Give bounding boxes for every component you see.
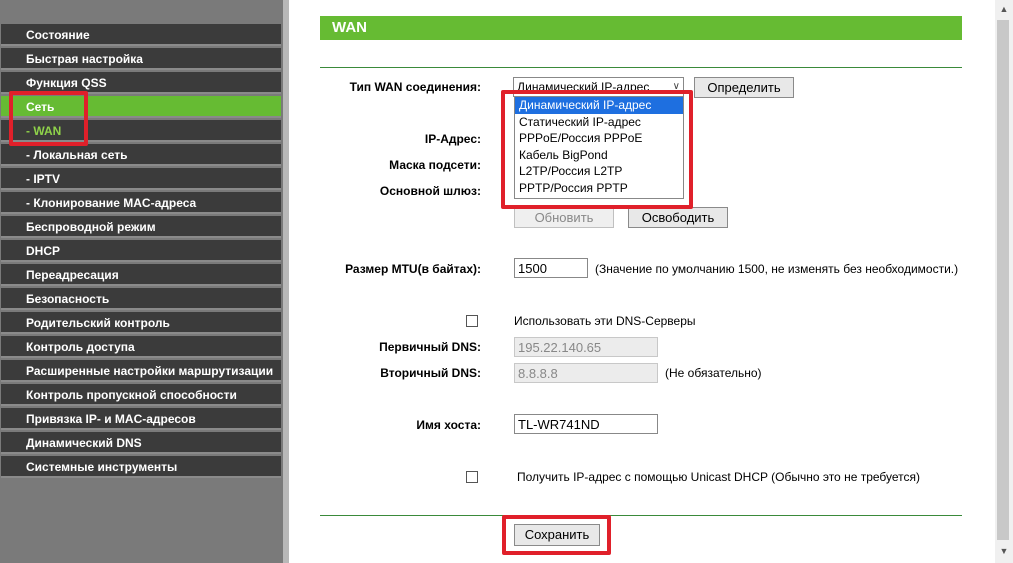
scrollbar-thumb[interactable]	[997, 20, 1009, 540]
sidebar-item-system-tools[interactable]: Системные инструменты	[1, 456, 281, 478]
sidebar-item-bandwidth-control[interactable]: Контроль пропускной способности	[1, 384, 281, 406]
sidebar-item-lan[interactable]: - Локальная сеть	[1, 144, 281, 166]
use-dns-label: Использовать эти DNS-Серверы	[514, 314, 696, 328]
sidebar-item-access-control[interactable]: Контроль доступа	[1, 336, 281, 358]
ip-address-label: IP-Адрес:	[424, 132, 481, 146]
hostname-label: Имя хоста:	[416, 418, 481, 432]
scroll-down-icon[interactable]: ▼	[995, 546, 1013, 560]
highlight-network-wan	[9, 91, 88, 146]
mtu-input[interactable]: 1500	[514, 258, 588, 278]
sidebar-item-ip-mac-binding[interactable]: Привязка IP- и MAC-адресов	[1, 408, 281, 430]
optional-hint: (Не обязательно)	[665, 366, 762, 380]
primary-dns-label: Первичный DNS:	[379, 340, 481, 354]
sidebar-item-quick-setup[interactable]: Быстрая настройка	[1, 48, 281, 70]
scroll-up-icon[interactable]: ▲	[995, 4, 1013, 18]
bottom-divider	[320, 515, 962, 516]
sidebar-header	[0, 0, 283, 22]
subnet-mask-label: Маска подсети:	[389, 158, 481, 172]
sidebar-item-mac-clone[interactable]: - Клонирование MAC-адреса	[1, 192, 281, 214]
sidebar-item-ddns[interactable]: Динамический DNS	[1, 432, 281, 454]
sidebar-item-iptv[interactable]: - IPTV	[1, 168, 281, 190]
mtu-hint: (Значение по умолчанию 1500, не изменять…	[595, 262, 959, 276]
primary-dns-input[interactable]: 195.22.140.65	[514, 337, 658, 357]
sidebar-item-advanced-routing[interactable]: Расширенные настройки маршрутизации	[1, 360, 281, 382]
detect-button[interactable]: Определить	[694, 77, 794, 98]
sidebar-footer	[0, 480, 283, 563]
sidebar-item-dhcp[interactable]: DHCP	[1, 240, 281, 262]
gateway-label: Основной шлюз:	[379, 184, 481, 198]
sidebar-item-wireless[interactable]: Беспроводной режим	[1, 216, 281, 238]
sidebar: Состояние Быстрая настройка Функция QSS …	[0, 0, 283, 563]
wan-type-label: Тип WAN соединения:	[349, 80, 481, 94]
mtu-label: Размер MTU(в байтах):	[345, 262, 481, 276]
highlight-wan-dropdown	[501, 90, 693, 209]
secondary-dns-label: Вторичный DNS:	[380, 366, 481, 380]
unicast-dhcp-label: Получить IP-адрес с помощью Unicast DHCP…	[517, 470, 921, 484]
sidebar-item-parental-control[interactable]: Родительский контроль	[1, 312, 281, 334]
sidebar-item-security[interactable]: Безопасность	[1, 288, 281, 310]
sidebar-item-status[interactable]: Состояние	[1, 24, 281, 46]
hostname-input[interactable]: TL-WR741ND	[514, 414, 658, 434]
highlight-save-button	[502, 515, 611, 555]
use-dns-checkbox[interactable]	[466, 315, 478, 327]
secondary-dns-input[interactable]: 8.8.8.8	[514, 363, 658, 383]
sidebar-item-forwarding[interactable]: Переадресация	[1, 264, 281, 286]
renew-button[interactable]: Обновить	[514, 207, 614, 228]
release-button[interactable]: Освободить	[628, 207, 728, 228]
page-title: WAN	[320, 16, 962, 40]
unicast-dhcp-checkbox[interactable]	[466, 471, 478, 483]
top-divider	[320, 67, 962, 68]
